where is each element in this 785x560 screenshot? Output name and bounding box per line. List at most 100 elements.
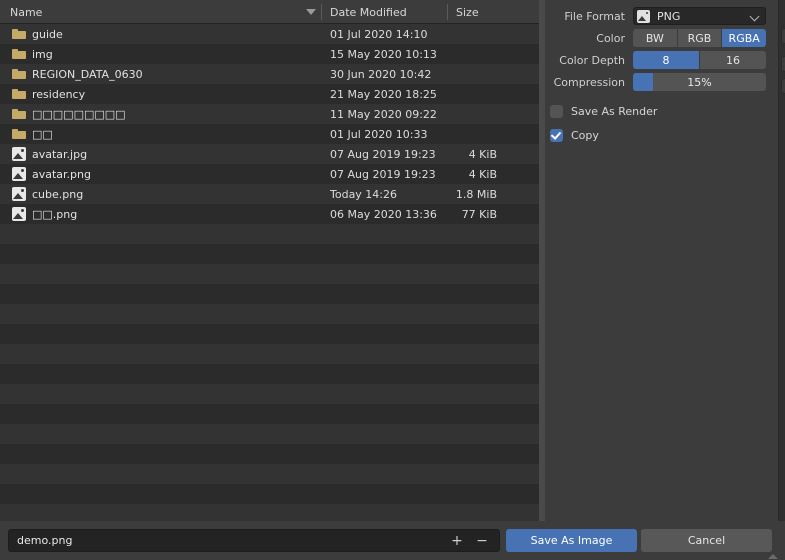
copy-checkbox[interactable]: [550, 128, 563, 142]
color-row: Color BW RGB RGBA: [545, 29, 775, 47]
compression-slider-fill: [633, 73, 653, 91]
clipped-widget[interactable]: [781, 78, 785, 94]
image-icon: [12, 147, 26, 161]
color-depth-option-16[interactable]: 16: [700, 51, 766, 69]
cancel-button[interactable]: Cancel: [641, 529, 772, 552]
file-row[interactable]: guide 01 Jul 2020 14:10: [0, 24, 539, 44]
file-size: 4 KiB: [468, 167, 497, 181]
file-row: [0, 424, 539, 444]
compression-row: Compression 15%: [545, 73, 775, 91]
file-row: [0, 404, 539, 424]
file-row: [0, 324, 539, 344]
file-row[interactable]: □□ 01 Jul 2020 10:33: [0, 124, 539, 144]
save-as-render-row[interactable]: Save As Render: [545, 102, 775, 120]
clipped-widget[interactable]: [781, 56, 785, 72]
file-name: REGION_DATA_0630: [32, 67, 143, 81]
file-row: [0, 344, 539, 364]
file-row: [0, 504, 539, 521]
filename-value: demo.png: [17, 534, 73, 547]
file-row[interactable]: REGION_DATA_0630 30 Jun 2020 10:42: [0, 64, 539, 84]
file-name: guide: [32, 27, 63, 41]
file-row: [0, 264, 539, 284]
file-name: □□□□□□□□□: [32, 107, 126, 121]
color-label: Color: [596, 31, 625, 45]
color-toggle-group: BW RGB RGBA: [633, 29, 767, 47]
color-option-bw[interactable]: BW: [633, 29, 677, 47]
clipped-side-panel: [778, 0, 785, 521]
file-name: avatar.jpg: [32, 147, 88, 161]
file-name: residency: [32, 87, 86, 101]
file-name: img: [32, 47, 53, 61]
image-icon: [12, 167, 26, 181]
folder-icon: [12, 127, 26, 141]
file-list-pane: Name Date Modified Size guide 01 Jul 2020…: [0, 0, 539, 521]
folder-icon: [12, 67, 26, 81]
file-row[interactable]: residency 21 May 2020 18:25: [0, 84, 539, 104]
file-row: [0, 464, 539, 484]
column-header-size-label: Size: [456, 5, 479, 19]
chevron-down-icon: [749, 11, 760, 22]
file-name: avatar.png: [32, 167, 91, 181]
color-depth-option-8[interactable]: 8: [633, 51, 699, 69]
clipped-widget[interactable]: [781, 28, 785, 44]
increment-icon[interactable]: +: [450, 534, 464, 549]
file-format-label: File Format: [564, 9, 625, 23]
file-date-modified: 11 May 2020 09:22: [330, 107, 437, 121]
file-list-rows: guide 01 Jul 2020 14:10 img 15 May 2020 10:…: [0, 24, 539, 521]
column-header-date-label: Date Modified: [330, 5, 407, 19]
compression-label: Compression: [553, 75, 625, 89]
color-depth-label: Color Depth: [559, 53, 625, 67]
file-row[interactable]: □□□□□□□□□ 11 May 2020 09:22: [0, 104, 539, 124]
file-date-modified: 30 Jun 2020 10:42: [330, 67, 432, 81]
file-date-modified: 01 Jul 2020 10:33: [330, 127, 428, 141]
file-size: 77 KiB: [461, 207, 497, 221]
column-header-date-modified[interactable]: Date Modified: [330, 0, 407, 24]
resize-corner-icon[interactable]: [768, 554, 778, 559]
output-properties-panel: File Format PNG Color BW RGB RGBA Color …: [545, 0, 775, 521]
file-row[interactable]: avatar.png 07 Aug 2019 19:23 4 KiB: [0, 164, 539, 184]
file-row[interactable]: □□.png 06 May 2020 13:36 77 KiB: [0, 204, 539, 224]
file-format-row: File Format PNG: [545, 7, 775, 25]
file-row[interactable]: cube.png Today 14:26 1.8 MiB: [0, 184, 539, 204]
file-row: [0, 444, 539, 464]
file-row[interactable]: avatar.jpg 07 Aug 2019 19:23 4 KiB: [0, 144, 539, 164]
decrement-icon[interactable]: −: [475, 534, 489, 549]
image-icon: [637, 9, 650, 23]
file-format-value: PNG: [657, 9, 681, 23]
file-row: [0, 224, 539, 244]
folder-icon: [12, 27, 26, 41]
folder-icon: [12, 107, 26, 121]
file-row: [0, 304, 539, 324]
column-divider: [447, 4, 448, 20]
compression-value: 15%: [687, 75, 712, 89]
save-as-render-checkbox[interactable]: [550, 104, 563, 118]
file-row: [0, 284, 539, 304]
file-name: □□: [32, 127, 53, 141]
file-date-modified: Today 14:26: [330, 187, 398, 201]
compression-slider[interactable]: 15%: [633, 73, 766, 91]
file-date-modified: 15 May 2020 10:13: [330, 47, 437, 61]
file-date-modified: 01 Jul 2020 14:10: [330, 27, 428, 41]
file-name: cube.png: [32, 187, 84, 201]
file-row: [0, 384, 539, 404]
color-depth-toggle-group: 8 16: [633, 51, 766, 69]
file-browser-window: Name Date Modified Size guide 01 Jul 2020…: [0, 0, 785, 560]
file-format-dropdown[interactable]: PNG: [633, 7, 766, 25]
color-depth-row: Color Depth 8 16: [545, 51, 775, 69]
file-size: 4 KiB: [468, 147, 497, 161]
sort-descending-triangle-icon[interactable]: [306, 9, 316, 15]
column-header-name-label: Name: [10, 5, 43, 19]
file-row: [0, 364, 539, 384]
column-header-name[interactable]: Name: [10, 0, 42, 24]
save-as-image-button[interactable]: Save As Image: [506, 529, 637, 552]
copy-row[interactable]: Copy: [545, 126, 775, 144]
bottom-action-bar: demo.png + − Save As Image Cancel: [0, 521, 785, 560]
column-header-size[interactable]: Size: [456, 0, 479, 24]
folder-icon: [12, 47, 26, 61]
image-icon: [12, 207, 26, 221]
save-as-render-label: Save As Render: [571, 104, 658, 118]
file-row[interactable]: img 15 May 2020 10:13: [0, 44, 539, 64]
color-option-rgb[interactable]: RGB: [677, 29, 722, 47]
filename-input[interactable]: demo.png + −: [8, 529, 500, 552]
color-option-rgba[interactable]: RGBA: [722, 29, 767, 47]
